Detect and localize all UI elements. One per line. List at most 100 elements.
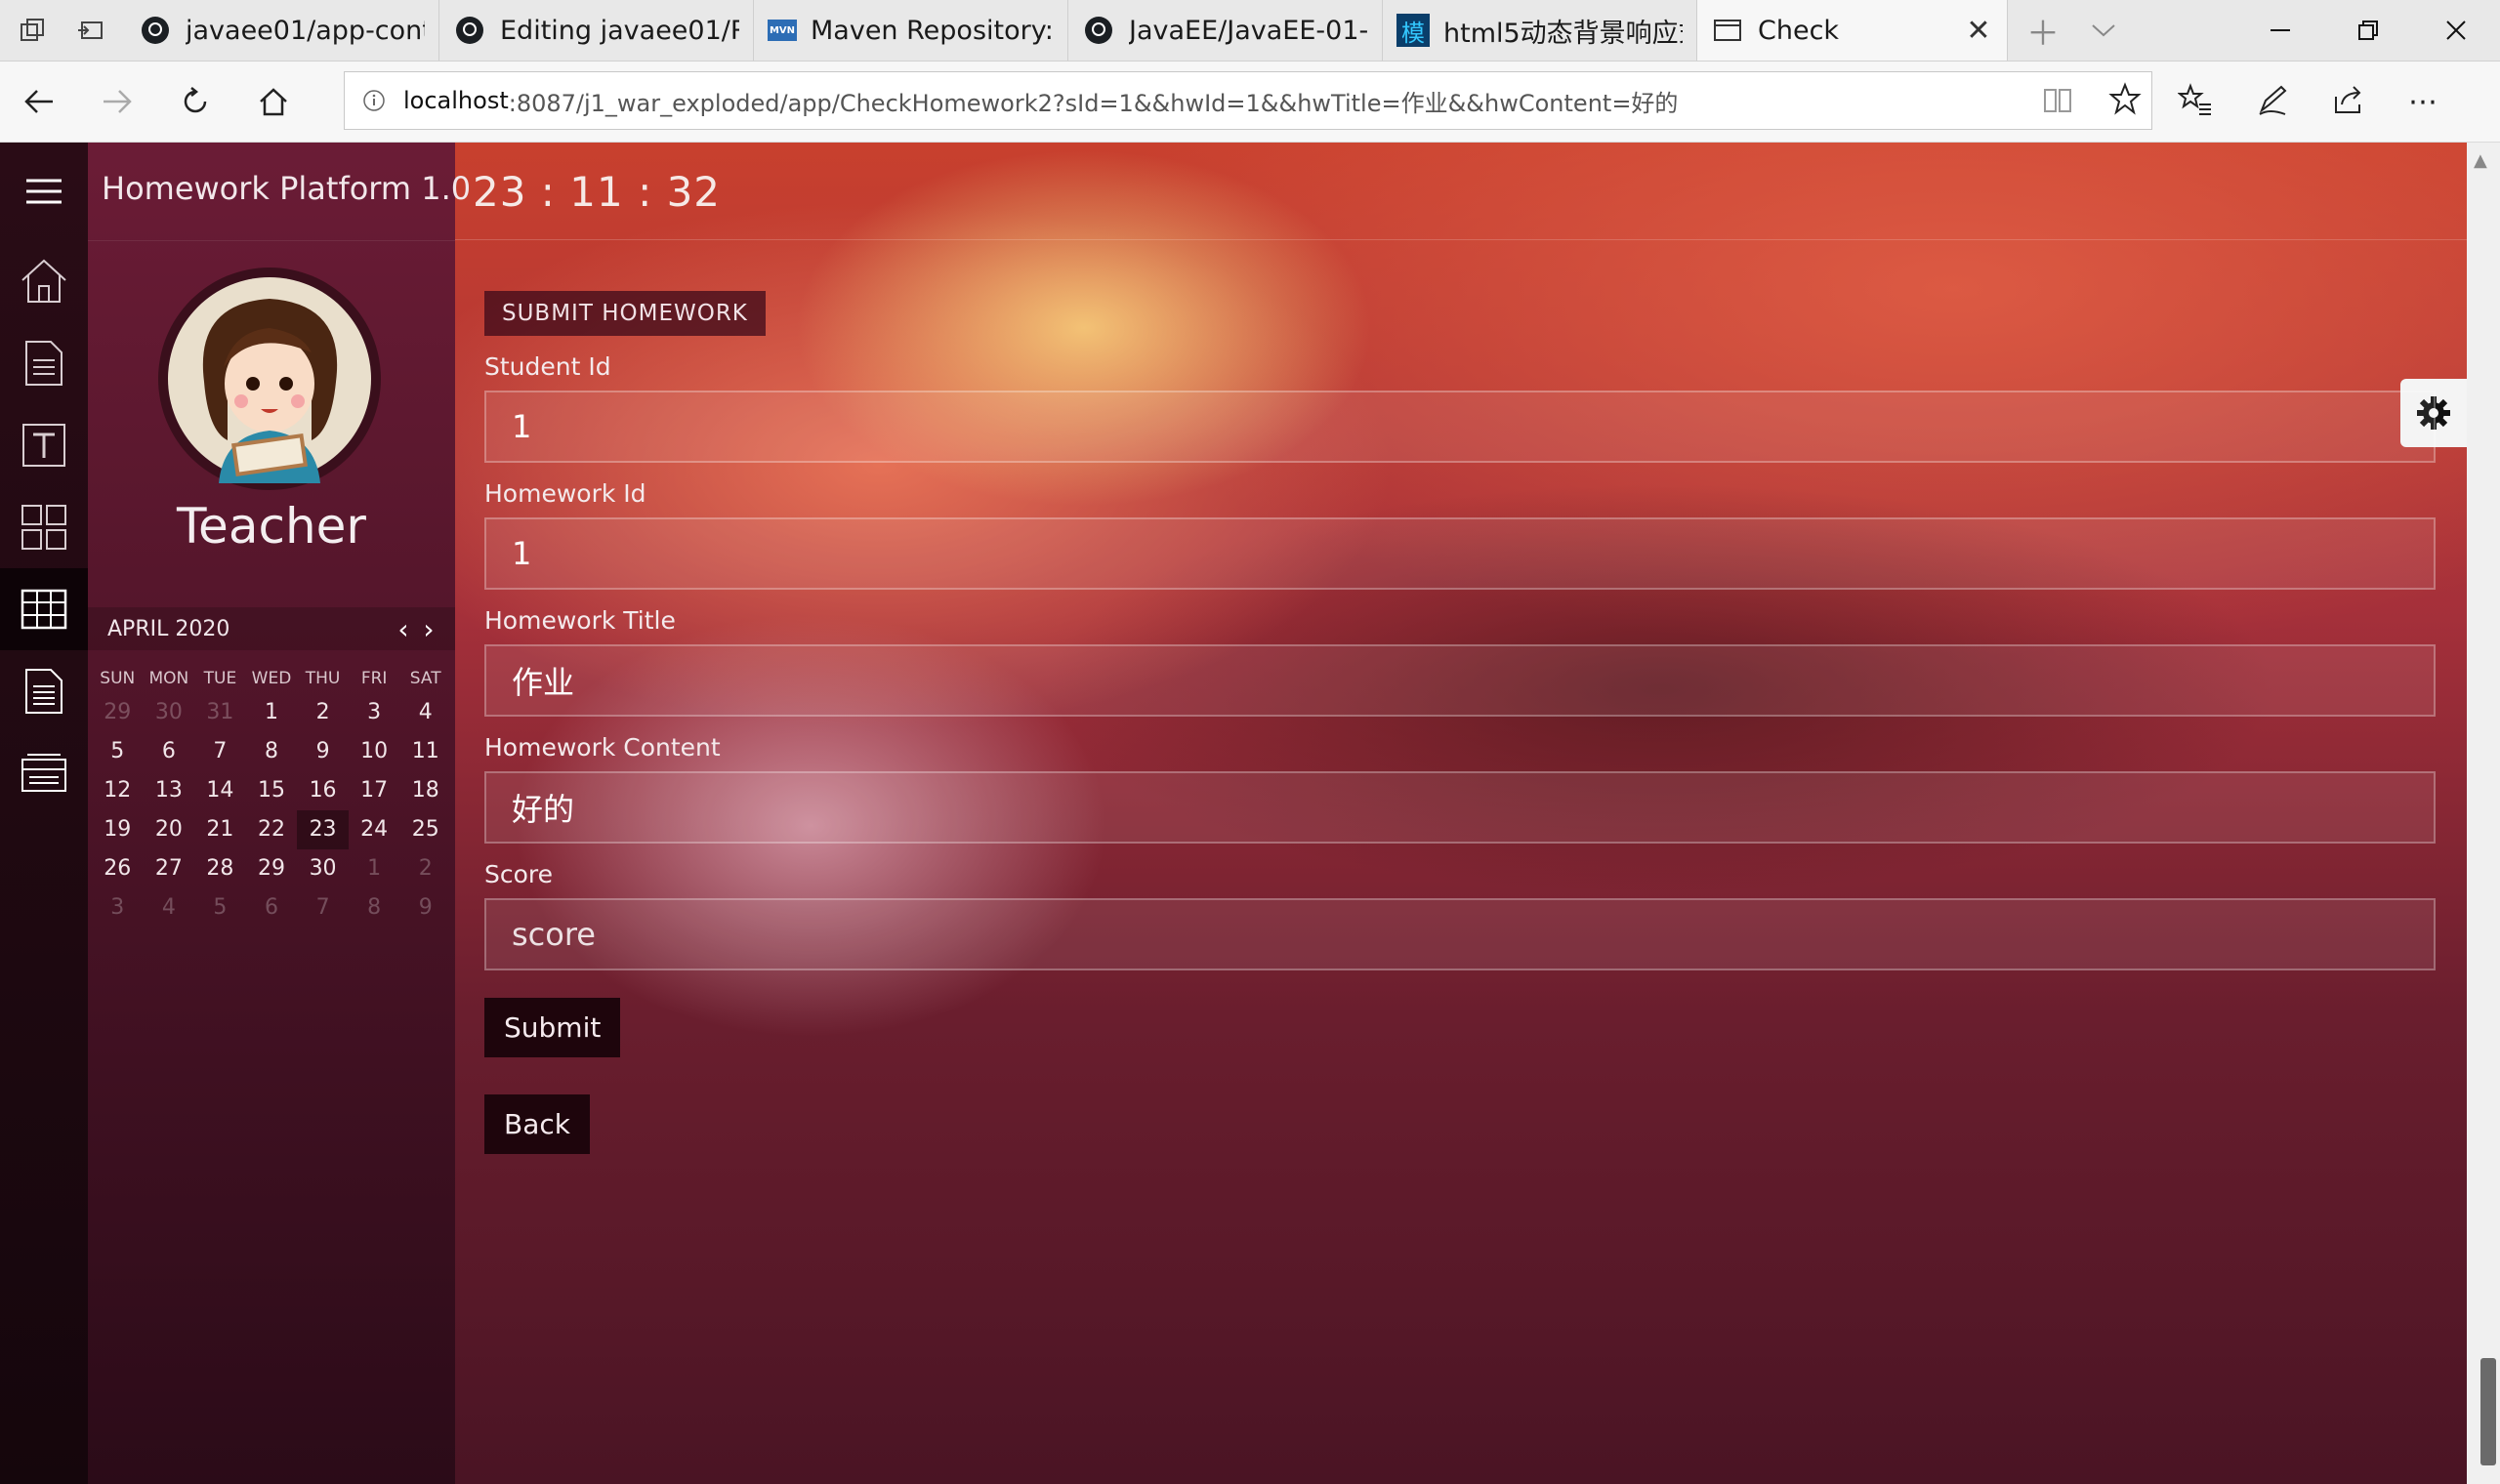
calendar-day[interactable]: 24 (349, 810, 400, 849)
calendar-day[interactable]: 16 (297, 771, 349, 810)
calendar-day[interactable]: 29 (246, 849, 298, 888)
browser-tab[interactable]: javaee01/app-contex (125, 0, 439, 61)
browser-tab[interactable]: 模 html5动态背景响应式 (1383, 0, 1697, 61)
calendar-day[interactable]: 19 (92, 810, 144, 849)
calendar-day[interactable]: 18 (399, 771, 451, 810)
calendar-day[interactable]: 11 (399, 732, 451, 771)
calendar-day[interactable]: 5 (194, 888, 246, 928)
info-icon[interactable] (345, 89, 403, 112)
calendar-day-today[interactable]: 23 (297, 810, 349, 849)
set-aside-tabs-icon[interactable] (74, 15, 105, 46)
document-nav-icon[interactable] (0, 322, 88, 404)
restore-icon[interactable] (2324, 0, 2412, 61)
scroll-up-icon[interactable]: ▲ (2474, 150, 2487, 171)
favorite-star-icon[interactable] (2108, 82, 2142, 123)
weekday-label: TUE (203, 669, 237, 688)
calendar-day[interactable]: 30 (297, 849, 349, 888)
close-window-icon[interactable] (2412, 0, 2500, 61)
student-id-label: Student Id (484, 352, 611, 381)
scrollbar[interactable]: ▲ (2467, 143, 2500, 1484)
hamburger-menu-icon[interactable] (0, 143, 88, 240)
chevron-left-icon[interactable]: ‹ (391, 613, 416, 645)
calendar-day[interactable]: 28 (194, 849, 246, 888)
share-icon[interactable] (2332, 83, 2365, 120)
back-arrow-icon[interactable] (0, 62, 78, 142)
calendar-day[interactable]: 29 (92, 693, 144, 732)
calendar-day[interactable]: 8 (246, 732, 298, 771)
home-nav-icon[interactable] (0, 240, 88, 322)
page-content: Homework Platform 1.0 Teacher APRIL 2020… (0, 143, 2467, 1484)
tab-label: Maven Repository: o (811, 15, 1054, 46)
calendar-day[interactable]: 9 (297, 732, 349, 771)
calendar-day[interactable]: 15 (246, 771, 298, 810)
calendar-day[interactable]: 4 (399, 693, 451, 732)
tab-preview-icon[interactable] (18, 15, 49, 46)
favorites-icon[interactable] (2177, 83, 2213, 120)
submit-homework-form: SUBMIT HOMEWORK Student Id Homework Id H… (484, 291, 2436, 1154)
app-brand: Homework Platform 1.0 (102, 170, 472, 207)
calendar-day[interactable]: 9 (399, 888, 451, 928)
score-field[interactable] (484, 898, 2436, 970)
tiles-nav-icon[interactable] (0, 486, 88, 568)
calendar-day[interactable]: 2 (399, 849, 451, 888)
browser-tab[interactable]: MVN Maven Repository: o (754, 0, 1068, 61)
forward-arrow-icon[interactable] (78, 62, 156, 142)
pen-icon[interactable] (2256, 83, 2289, 120)
calendar-day[interactable]: 30 (144, 693, 195, 732)
calendar-day[interactable]: 7 (297, 888, 349, 928)
calendar-day[interactable]: 20 (144, 810, 195, 849)
back-button[interactable]: Back (484, 1094, 590, 1154)
home-icon[interactable] (234, 62, 312, 142)
calendar-day[interactable]: 22 (246, 810, 298, 849)
calendar-day[interactable]: 27 (144, 849, 195, 888)
refresh-icon[interactable] (156, 62, 234, 142)
tab-label: html5动态背景响应式 (1443, 18, 1683, 49)
calendar-day[interactable]: 13 (144, 771, 195, 810)
homework-title-field[interactable] (484, 644, 2436, 717)
chevron-right-icon[interactable]: › (416, 613, 441, 645)
calendar-day[interactable]: 25 (399, 810, 451, 849)
chevron-down-icon[interactable] (2088, 15, 2119, 46)
calendar-day[interactable]: 1 (246, 693, 298, 732)
submit-button[interactable]: Submit (484, 998, 621, 1057)
report-nav-icon[interactable] (0, 650, 88, 732)
weekday-label: FRI (360, 669, 388, 688)
calendar-day[interactable]: 21 (194, 810, 246, 849)
calendar-day[interactable]: 2 (297, 693, 349, 732)
table-nav-icon[interactable] (0, 568, 88, 650)
text-nav-icon[interactable] (0, 404, 88, 486)
calendar-day[interactable]: 3 (349, 693, 400, 732)
new-tab-icon[interactable]: ＋ (2026, 15, 2060, 54)
student-id-field[interactable] (484, 391, 2436, 463)
calendar-day[interactable]: 5 (92, 732, 144, 771)
calendar-day[interactable]: 1 (349, 849, 400, 888)
more-options-icon[interactable]: ⋯ (2408, 85, 2438, 119)
calendar-day[interactable]: 4 (144, 888, 195, 928)
calendar-month: APRIL 2020 (107, 616, 230, 641)
calendar-day[interactable]: 10 (349, 732, 400, 771)
calendar-day[interactable]: 8 (349, 888, 400, 928)
minimize-icon[interactable] (2236, 0, 2324, 61)
icon-sidebar (0, 143, 88, 1484)
calendar-day[interactable]: 17 (349, 771, 400, 810)
archive-nav-icon[interactable] (0, 732, 88, 814)
reading-view-icon[interactable] (2042, 82, 2073, 123)
browser-tab-active[interactable]: Check ✕ (1697, 0, 2008, 61)
homework-content-field[interactable] (484, 771, 2436, 844)
calendar-day[interactable]: 12 (92, 771, 144, 810)
tab-label: Check (1758, 15, 1840, 46)
address-bar[interactable]: localhost:8087/j1_war_exploded/app/Check… (344, 71, 2152, 130)
calendar-day[interactable]: 26 (92, 849, 144, 888)
calendar-day[interactable]: 7 (194, 732, 246, 771)
close-tab-icon[interactable]: ✕ (1964, 14, 1993, 48)
browser-tab[interactable]: Editing javaee01/REA (439, 0, 754, 61)
scrollbar-thumb[interactable] (2480, 1358, 2496, 1465)
calendar-day[interactable]: 3 (92, 888, 144, 928)
mo-icon: 模 (1396, 14, 1430, 47)
calendar-day[interactable]: 31 (194, 693, 246, 732)
homework-id-field[interactable] (484, 517, 2436, 590)
calendar-day[interactable]: 6 (144, 732, 195, 771)
calendar-day[interactable]: 14 (194, 771, 246, 810)
calendar-day[interactable]: 6 (246, 888, 298, 928)
browser-tab[interactable]: JavaEE/JavaEE-01-Sp (1068, 0, 1383, 61)
